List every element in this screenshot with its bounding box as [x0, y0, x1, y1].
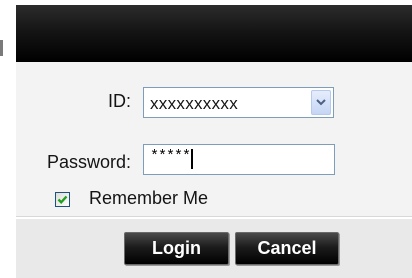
text-caret	[191, 149, 193, 169]
password-field[interactable]: *****	[143, 144, 335, 175]
login-dialog: ID: xxxxxxxxxx Password: ***** Remember …	[16, 5, 412, 278]
cancel-button[interactable]: Cancel	[235, 232, 339, 265]
dialog-titlebar	[16, 5, 412, 62]
login-form: ID: xxxxxxxxxx Password: ***** Remember …	[16, 62, 412, 216]
dropdown-button[interactable]	[311, 90, 331, 115]
window-edge-mark	[0, 40, 3, 56]
id-select[interactable]: xxxxxxxxxx	[143, 87, 334, 118]
remember-me-label[interactable]: Remember Me	[89, 188, 208, 209]
password-label: Password:	[47, 152, 132, 172]
id-select-value: xxxxxxxxxx	[150, 94, 238, 113]
remember-me-checkbox[interactable]	[55, 192, 70, 207]
checkmark-icon	[57, 195, 68, 205]
id-label: ID:	[108, 91, 132, 111]
password-value: *****	[150, 148, 191, 165]
login-button[interactable]: Login	[124, 232, 229, 265]
dialog-footer: Login Cancel	[16, 219, 412, 278]
chevron-down-icon	[316, 99, 326, 106]
